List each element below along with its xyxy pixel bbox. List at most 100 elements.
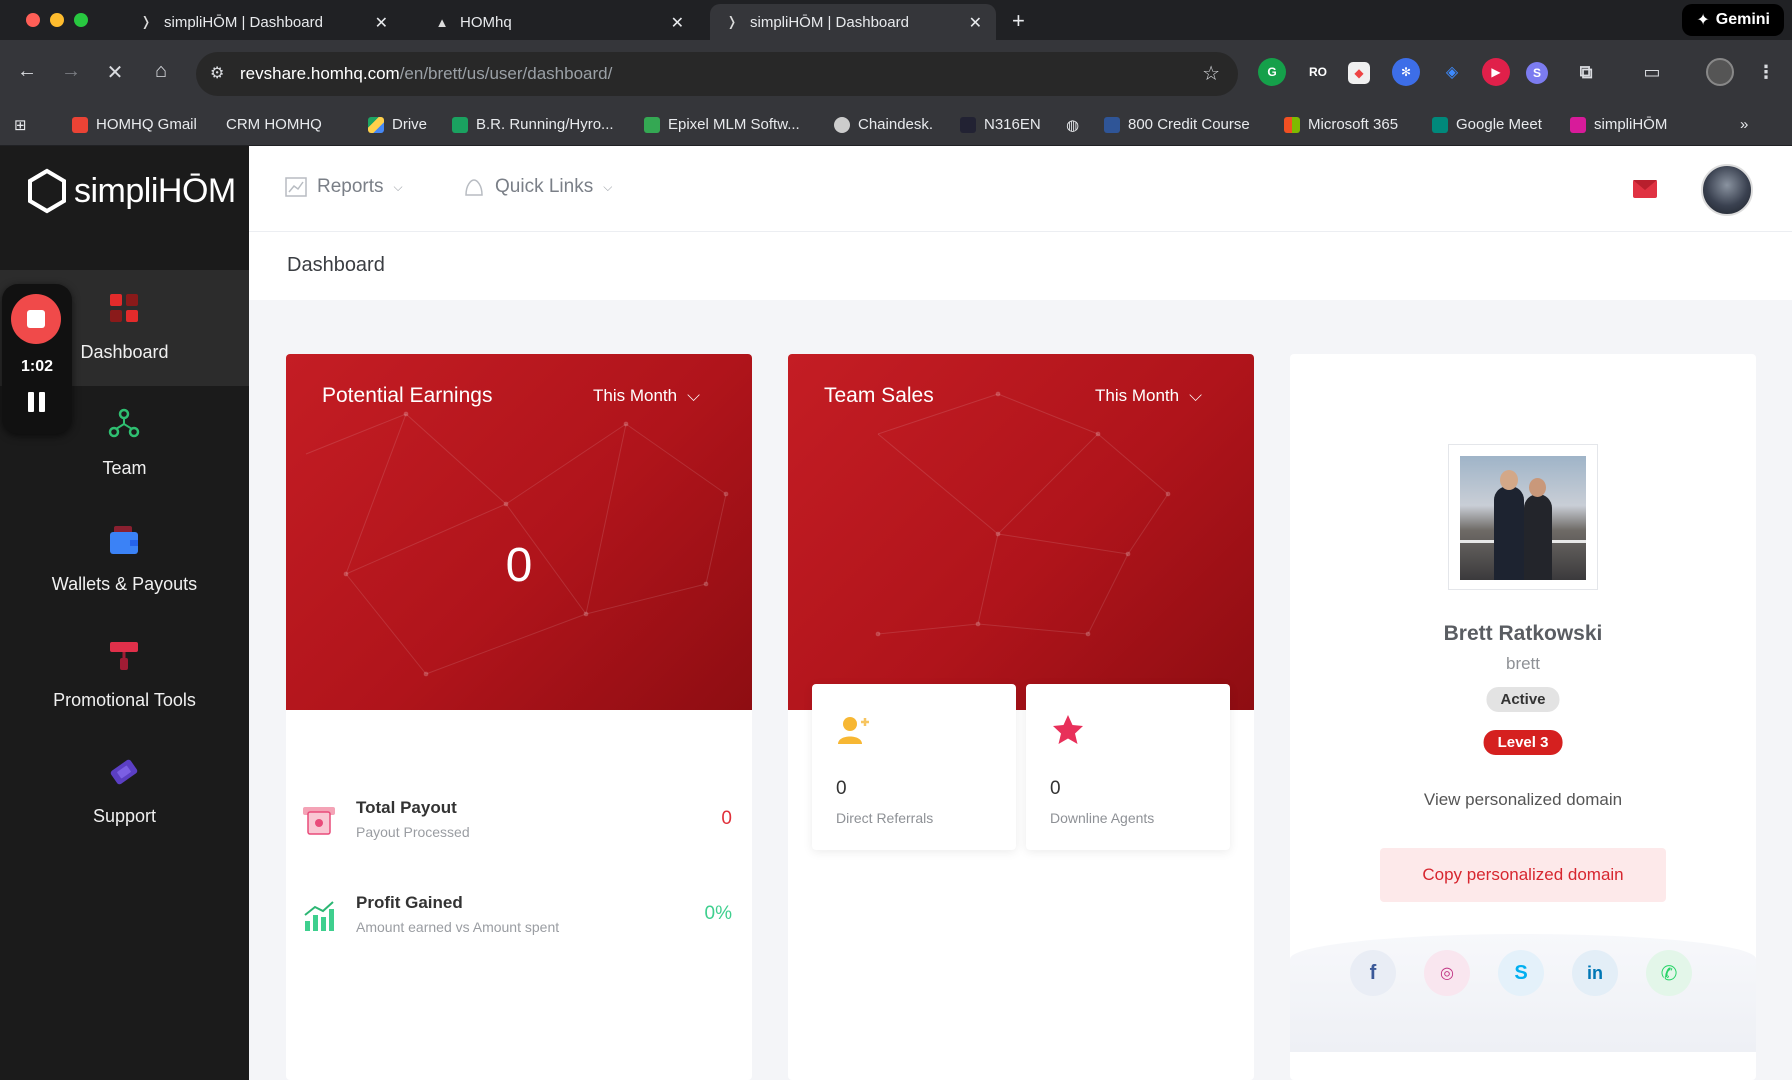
breadcrumb-bar: Dashboard — [249, 232, 1792, 300]
tab-title: simpliHŌM | Dashboard — [750, 13, 909, 31]
extensions-puzzle-icon[interactable]: ⧉ — [1572, 58, 1600, 86]
side-panel-icon[interactable]: ▭ — [1638, 58, 1666, 86]
linkedin-icon[interactable]: in — [1572, 950, 1618, 996]
bookmark-homhq-gmail[interactable]: HOMHQ Gmail — [72, 116, 197, 133]
bookmark-google-meet[interactable]: Google Meet — [1432, 116, 1542, 133]
doc-icon — [644, 116, 660, 133]
simplihom-favicon-icon: ❭ — [140, 14, 152, 29]
mini-card-label: Downline Agents — [1050, 810, 1155, 826]
bookmark-crm-homhq[interactable]: CRM HOMHQ — [226, 116, 322, 133]
course-icon — [1104, 116, 1120, 133]
close-tab-icon[interactable]: ✕ — [969, 13, 982, 33]
potential-earnings-card: Potential Earnings This Month ⌵ 0 Total … — [286, 354, 752, 1080]
app-viewport: simpliHŌM Dashboard Team Wallets & Payou… — [0, 146, 1792, 1080]
top-header: Reports ⌵ Quick Links ⌵ — [249, 146, 1792, 232]
copy-personalized-domain-button[interactable]: Copy personalized domain — [1380, 848, 1666, 902]
youtube-extension-icon[interactable]: ▶ — [1482, 58, 1510, 86]
dashboard-grid-icon — [110, 294, 138, 322]
site-settings-icon[interactable]: ⚙ — [210, 63, 224, 83]
whatsapp-icon[interactable]: ✆ — [1646, 950, 1692, 996]
new-tab-button[interactable]: + — [1012, 8, 1025, 34]
more-bookmarks-icon[interactable]: » — [1740, 116, 1748, 133]
link-icon — [465, 179, 483, 196]
logo-text: simpliHŌM — [74, 171, 236, 210]
instagram-icon[interactable]: ◎ — [1424, 950, 1470, 996]
user-avatar[interactable] — [1701, 164, 1753, 216]
bookmarks-bar: ⊞ HOMHQ Gmail CRM HOMHQ Drive B.R. Runni… — [0, 106, 1792, 146]
browser-window: ❭ simpliHŌM | Dashboard ✕ ▲ HOMhq ✕ ❭ si… — [0, 0, 1792, 1080]
sidebar-item-label: Support — [92, 806, 157, 826]
globe-icon[interactable]: ◍ — [1066, 116, 1079, 134]
plane-icon — [960, 116, 976, 133]
bookmark-epixel[interactable]: Epixel MLM Softw... — [644, 116, 800, 133]
skype-icon[interactable]: S — [1498, 950, 1544, 996]
view-personalized-domain-link[interactable]: View personalized domain — [1290, 790, 1756, 810]
microsoft-icon — [1284, 116, 1300, 133]
browser-tab-1[interactable]: ❭ simpliHŌM | Dashboard ✕ — [124, 4, 402, 40]
gemini-button[interactable]: ✦ Gemini — [1682, 4, 1784, 36]
sidebar-item-label: Wallets & Payouts — [51, 574, 198, 594]
bookmark-microsoft-365[interactable]: Microsoft 365 — [1284, 116, 1398, 133]
browser-tab-3-active[interactable]: ❭ simpliHŌM | Dashboard ✕ — [710, 4, 996, 40]
grammarly-extension-icon[interactable]: G — [1258, 58, 1286, 86]
sidebar-item-label: Team — [102, 458, 147, 478]
reports-menu[interactable]: Reports ⌵ — [285, 176, 403, 198]
meet-icon — [1432, 116, 1448, 133]
profile-avatar-icon[interactable] — [1706, 58, 1734, 86]
close-tab-icon[interactable]: ✕ — [375, 13, 388, 33]
sidebar-item-wallets[interactable]: Wallets & Payouts — [0, 502, 249, 618]
bookmark-800-credit[interactable]: 800 Credit Course — [1104, 116, 1250, 133]
settings-extension-icon[interactable]: ✻ — [1392, 58, 1420, 86]
bookmark-n316en[interactable]: N316EN — [960, 116, 1041, 133]
chaindesk-icon — [834, 116, 850, 133]
browser-tab-2[interactable]: ▲ HOMhq ✕ — [420, 4, 698, 40]
close-tab-icon[interactable]: ✕ — [671, 13, 684, 33]
bookmark-br-running[interactable]: B.R. Running/Hyro... — [452, 116, 614, 133]
address-bar[interactable]: ⚙ revshare.homhq.com/en/brett/us/user/da… — [196, 52, 1238, 96]
stop-recording-button[interactable] — [11, 294, 61, 344]
maximize-window-button[interactable] — [74, 13, 88, 27]
stat-title: Total Payout — [356, 798, 457, 817]
home-icon[interactable]: ⌂ — [148, 60, 174, 83]
profit-gained-value: 0% — [704, 903, 732, 924]
star-icon — [1053, 715, 1083, 744]
mail-icon[interactable] — [1633, 180, 1657, 198]
stop-loading-icon[interactable]: ✕ — [102, 60, 128, 85]
forward-arrow-icon[interactable]: → — [58, 60, 84, 83]
back-arrow-icon[interactable]: ← — [14, 60, 40, 83]
bookmark-drive[interactable]: Drive — [368, 116, 427, 133]
team-sales-period-dropdown[interactable]: This Month ⌵ — [1095, 386, 1202, 406]
tag-extension-icon[interactable]: ◈ — [1438, 58, 1466, 86]
minimize-window-button[interactable] — [50, 13, 64, 27]
downline-agents-value: 0 — [1050, 778, 1061, 799]
page-title: Dashboard — [287, 254, 385, 276]
quick-links-menu[interactable]: Quick Links ⌵ — [463, 176, 612, 198]
chevron-down-icon: ⌵ — [603, 179, 613, 194]
apps-grid-icon[interactable]: ⊞ — [14, 116, 27, 134]
profile-photo — [1448, 444, 1598, 590]
sidebar-item-promotional-tools[interactable]: Promotional Tools — [0, 618, 249, 734]
loading-favicon-icon: ❭ — [726, 14, 738, 29]
screen-recorder-widget: 1:02 — [2, 284, 72, 434]
earnings-period-dropdown[interactable]: This Month ⌵ — [593, 386, 700, 406]
bookmark-simplihom[interactable]: simpliHŌM — [1570, 116, 1667, 133]
pause-recording-button[interactable] — [28, 392, 46, 412]
sidebar-item-support[interactable]: Support — [0, 734, 249, 850]
simplihom-logo[interactable]: simpliHŌM — [24, 168, 236, 214]
direct-referrals-card: 0 Direct Referrals — [812, 684, 1016, 850]
card-title: Potential Earnings — [322, 384, 493, 407]
close-window-button[interactable] — [26, 13, 40, 27]
bookmark-chaindesk[interactable]: Chaindesk. — [834, 116, 933, 133]
add-user-icon — [838, 717, 869, 744]
homhq-favicon-icon: ▲ — [435, 14, 449, 30]
recording-timer: 1:02 — [20, 358, 54, 375]
clickup-extension-icon[interactable]: ◆ — [1348, 62, 1370, 84]
stripe-extension-icon[interactable]: S — [1526, 62, 1548, 84]
chevron-down-icon: ⌵ — [1189, 386, 1202, 405]
tab-title: simpliHŌM | Dashboard — [164, 13, 323, 31]
facebook-icon[interactable]: f — [1350, 950, 1396, 996]
bookmark-star-icon[interactable]: ☆ — [1202, 61, 1220, 86]
ro-extension-icon[interactable]: RO — [1304, 58, 1332, 86]
payout-icon — [303, 807, 335, 835]
menu-kebab-icon[interactable]: ⋮ — [1752, 58, 1780, 86]
